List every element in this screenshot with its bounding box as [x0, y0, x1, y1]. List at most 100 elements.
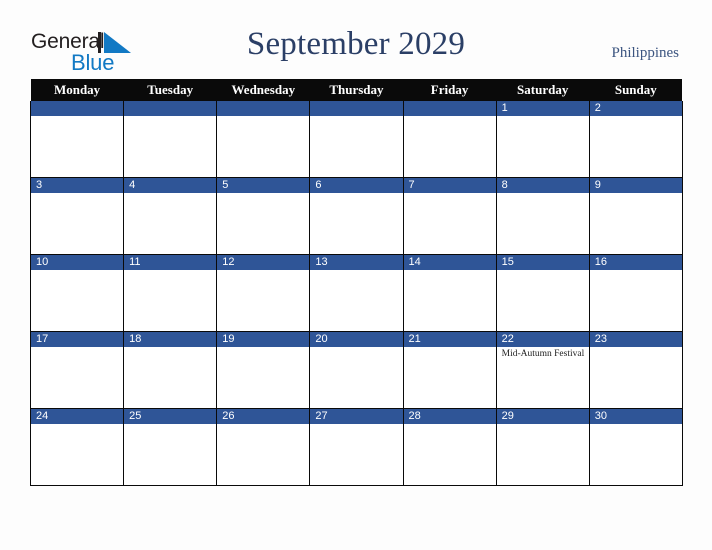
day-number [217, 101, 310, 116]
calendar-day-cell[interactable]: 25 [123, 408, 218, 486]
day-number: 16 [589, 255, 682, 270]
day-cell-inner: 10 [31, 255, 124, 331]
day-cell-inner: 21 [403, 332, 496, 408]
weekday-header-tuesday: Tuesday [123, 79, 217, 101]
calendar-day-cell[interactable]: 19 [216, 331, 311, 409]
day-cell-inner: 23 [589, 332, 682, 408]
weekday-header-thursday: Thursday [309, 79, 403, 101]
calendar-day-cell[interactable]: 14 [402, 254, 497, 332]
day-number: 2 [589, 101, 682, 116]
day-cell-inner: 24 [31, 409, 124, 485]
day-number: 22 [496, 332, 589, 347]
day-number: 23 [589, 332, 682, 347]
day-number: 13 [310, 255, 403, 270]
weekday-header-sunday: Sunday [589, 79, 683, 101]
day-number [31, 101, 124, 116]
day-number: 9 [589, 178, 682, 193]
day-number: 1 [496, 101, 589, 116]
day-number: 30 [589, 409, 682, 424]
calendar-day-cell[interactable]: 1 [495, 101, 590, 178]
calendar-day-cell[interactable]: 29 [495, 408, 590, 486]
calendar-empty-cell [402, 101, 497, 178]
day-number: 5 [217, 178, 310, 193]
day-number: 7 [403, 178, 496, 193]
calendar-day-cell[interactable]: 21 [402, 331, 497, 409]
day-number: 14 [403, 255, 496, 270]
day-cell-inner: 18 [124, 332, 217, 408]
day-cell-inner: 19 [217, 332, 310, 408]
calendar-day-cell[interactable]: 26 [216, 408, 311, 486]
day-cell-inner: 11 [124, 255, 217, 331]
calendar-day-cell[interactable]: 6 [309, 177, 404, 255]
page-header: General Blue September 2029 Philippines [0, 0, 712, 78]
calendar-week-row: 17 18 19 20 21 22 Mid-Autumn Festival 23 [29, 331, 683, 409]
day-number: 19 [217, 332, 310, 347]
day-number: 6 [310, 178, 403, 193]
calendar-day-cell[interactable]: 16 [588, 254, 683, 332]
calendar-day-cell[interactable]: 4 [123, 177, 218, 255]
day-cell-inner: 13 [310, 255, 403, 331]
calendar-day-cell[interactable]: 22 Mid-Autumn Festival [495, 331, 590, 409]
day-number: 18 [124, 332, 217, 347]
day-cell-inner: 28 [403, 409, 496, 485]
day-cell-inner [31, 101, 124, 177]
day-cell-inner: 29 [496, 409, 589, 485]
day-cell-inner: 17 [31, 332, 124, 408]
day-cell-inner [217, 101, 310, 177]
calendar-day-cell[interactable]: 10 [29, 254, 125, 332]
day-number [310, 101, 403, 116]
day-cell-inner: 16 [589, 255, 682, 331]
calendar-day-cell[interactable]: 13 [309, 254, 404, 332]
calendar-empty-cell [309, 101, 404, 178]
calendar-week-row: 12 [29, 101, 683, 178]
calendar-day-cell[interactable]: 5 [216, 177, 311, 255]
calendar-day-cell[interactable]: 18 [123, 331, 218, 409]
calendar-week-row: 24 25 26 27 28 29 30 [29, 408, 683, 486]
calendar-empty-cell [123, 101, 218, 178]
calendar-day-cell[interactable]: 17 [29, 331, 125, 409]
calendar-grid: Monday Tuesday Wednesday Thursday Friday… [29, 79, 683, 486]
day-cell-inner: 27 [310, 409, 403, 485]
weekday-header-row: Monday Tuesday Wednesday Thursday Friday… [30, 79, 683, 101]
country-label: Philippines [611, 45, 679, 61]
day-cell-inner: 8 [496, 178, 589, 254]
day-number [124, 101, 217, 116]
day-number: 20 [310, 332, 403, 347]
weekday-header-saturday: Saturday [496, 79, 590, 101]
day-cell-inner [124, 101, 217, 177]
calendar-day-cell[interactable]: 9 [588, 177, 683, 255]
day-cell-inner: 30 [589, 409, 682, 485]
day-number: 17 [31, 332, 124, 347]
calendar-day-cell[interactable]: 28 [402, 408, 497, 486]
day-number: 27 [310, 409, 403, 424]
calendar-day-cell[interactable]: 3 [29, 177, 125, 255]
calendar-day-cell[interactable]: 15 [495, 254, 590, 332]
day-number: 24 [31, 409, 124, 424]
calendar-day-cell[interactable]: 7 [402, 177, 497, 255]
calendar-day-cell[interactable]: 8 [495, 177, 590, 255]
calendar-day-cell[interactable]: 11 [123, 254, 218, 332]
calendar-week-row: 10 11 12 13 14 15 16 [29, 254, 683, 332]
day-number: 8 [496, 178, 589, 193]
calendar-day-cell[interactable]: 24 [29, 408, 125, 486]
day-cell-inner: 25 [124, 409, 217, 485]
calendar-day-cell[interactable]: 20 [309, 331, 404, 409]
day-number: 15 [496, 255, 589, 270]
day-number: 4 [124, 178, 217, 193]
calendar-day-cell[interactable]: 2 [588, 101, 683, 178]
calendar-day-cell[interactable]: 23 [588, 331, 683, 409]
day-cell-inner: 15 [496, 255, 589, 331]
calendar-empty-cell [29, 101, 125, 178]
day-cell-inner: 7 [403, 178, 496, 254]
day-cell-inner: 14 [403, 255, 496, 331]
calendar-day-cell[interactable]: 30 [588, 408, 683, 486]
calendar-empty-cell [216, 101, 311, 178]
calendar-day-cell[interactable]: 27 [309, 408, 404, 486]
day-cell-inner: 1 [496, 101, 589, 177]
calendar-day-cell[interactable]: 12 [216, 254, 311, 332]
day-cell-inner: 2 [589, 101, 682, 177]
day-number: 25 [124, 409, 217, 424]
day-cell-inner: 22 Mid-Autumn Festival [496, 332, 589, 408]
day-number: 10 [31, 255, 124, 270]
calendar-page: General Blue September 2029 Philippines … [0, 0, 712, 550]
